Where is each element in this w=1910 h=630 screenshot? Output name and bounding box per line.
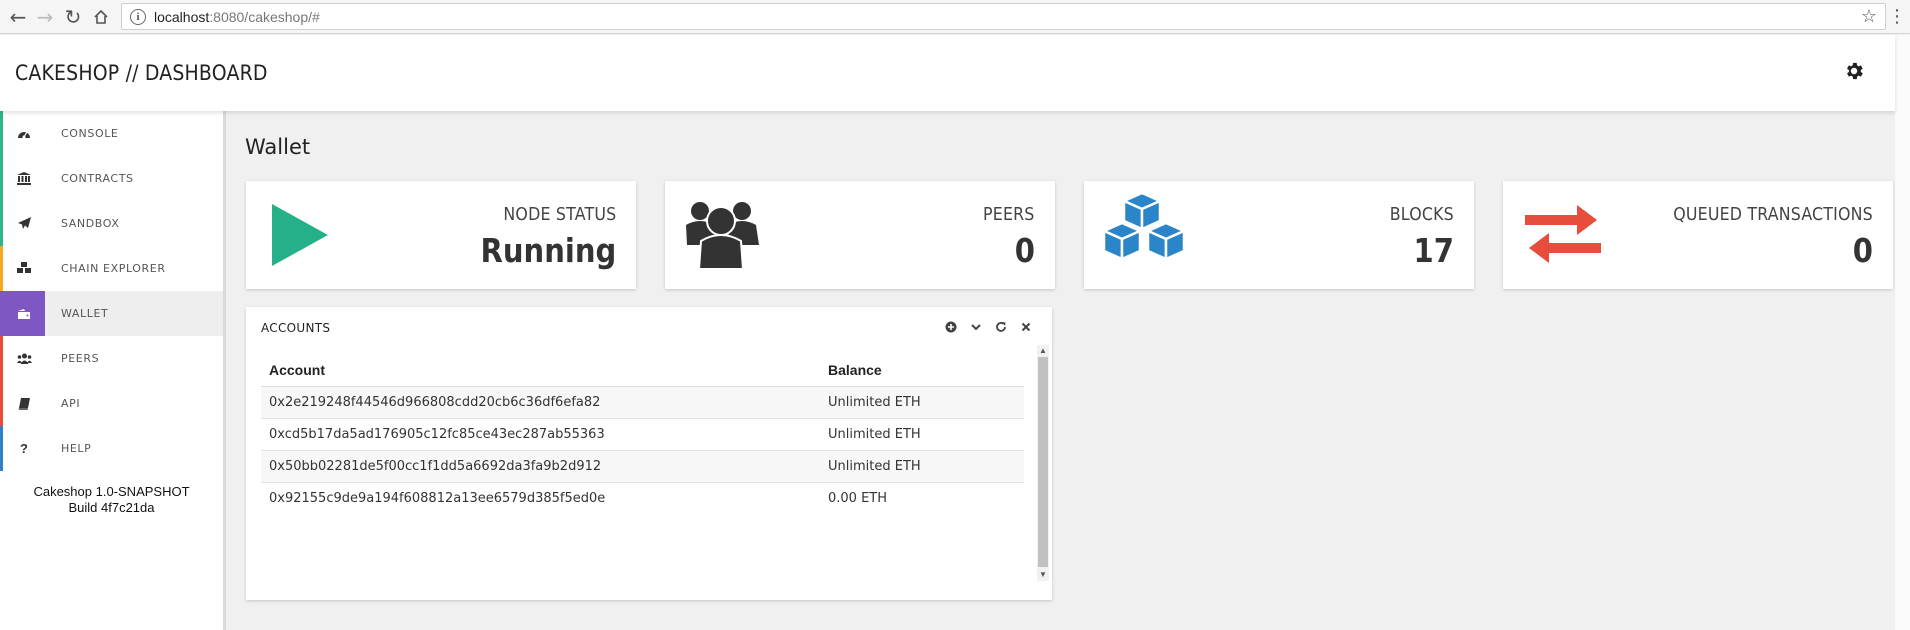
card-value: 0	[1014, 231, 1035, 270]
table-row[interactable]: 0xcd5b17da5ad176905c12fc85ce43ec287ab553…	[261, 418, 1024, 451]
home-icon[interactable]	[89, 5, 113, 29]
bookmark-star-icon[interactable]: ☆	[1861, 6, 1877, 27]
add-circle-icon[interactable]	[943, 319, 959, 335]
sidebar-item-console[interactable]: CONSOLE	[0, 111, 223, 156]
scroll-up-icon[interactable]: ▲	[1039, 347, 1047, 355]
account-balance: Unlimited ETH	[820, 386, 1024, 419]
sidebar-item-label: CHAIN EXPLORER	[61, 262, 166, 275]
wallet-icon	[3, 291, 45, 336]
sidebar-item-label: PEERS	[61, 352, 100, 365]
sidebar-item-help[interactable]: ? HELP	[0, 426, 223, 471]
sidebar-item-peers[interactable]: PEERS	[0, 336, 223, 381]
card-value: 17	[1413, 231, 1454, 270]
browser-toolbar: ← → ↻ i localhost:8080/cakeshop/# ☆ ⋮	[0, 0, 1910, 34]
account-balance: Unlimited ETH	[820, 418, 1024, 451]
users-icon	[685, 195, 765, 275]
account-address: 0x50bb02281de5f00cc1f1dd5a6692da3fa9b2d9…	[261, 450, 820, 483]
column-header-account[interactable]: Account	[261, 354, 820, 387]
table-row[interactable]: 0x50bb02281de5f00cc1f1dd5a6692da3fa9b2d9…	[261, 450, 1024, 483]
dashboard-icon	[3, 111, 45, 156]
accounts-table-wrapper: Account Balance 0x2e219248f44546d966808c…	[261, 354, 1024, 514]
card-value: 0	[1852, 231, 1873, 270]
app-header: CAKESHOP // DASHBOARD	[0, 35, 1895, 111]
account-balance: 0.00 ETH	[828, 490, 888, 506]
sidebar-item-label: CONTRACTS	[61, 172, 134, 185]
page-title: CAKESHOP // DASHBOARD	[15, 61, 268, 85]
sidebar-item-sandbox[interactable]: SANDBOX	[0, 201, 223, 246]
version-label: Cakeshop 1.0-SNAPSHOT	[33, 484, 190, 499]
close-icon[interactable]	[1018, 319, 1034, 335]
chevron-down-icon[interactable]	[968, 319, 984, 335]
card-label: BLOCKS	[1389, 204, 1454, 225]
play-icon	[266, 195, 346, 275]
forward-arrow-icon[interactable]: →	[33, 5, 57, 29]
accounts-table: Account Balance 0x2e219248f44546d966808c…	[261, 354, 1024, 514]
sidebar: CONSOLE CONTRACTS SANDBOX CHAIN EXPLORER…	[0, 111, 226, 630]
main-content: Wallet NODE STATUS Running PEERS 0 BLOCK…	[229, 111, 1895, 630]
gear-icon[interactable]	[1843, 60, 1867, 84]
sidebar-item-api[interactable]: API	[0, 381, 223, 426]
table-row[interactable]: 0x2e219248f44546d966808cdd20cb6c36df6efa…	[261, 386, 1024, 419]
back-arrow-icon[interactable]: ←	[6, 5, 30, 29]
info-icon[interactable]: i	[130, 8, 146, 25]
account-address: 0x2e219248f44546d966808cdd20cb6c36df6efa…	[261, 386, 820, 419]
panel-title: ACCOUNTS	[261, 321, 331, 335]
blocks-card: BLOCKS 17	[1084, 181, 1474, 289]
version-info: Cakeshop 1.0-SNAPSHOT Build 4f7c21da	[0, 484, 223, 516]
sidebar-item-label: SANDBOX	[61, 217, 120, 230]
card-label: NODE STATUS	[503, 204, 616, 225]
queued-transactions-card: QUEUED TRANSACTIONS 0	[1503, 181, 1893, 289]
sidebar-item-label: HELP	[61, 442, 92, 455]
scroll-down-icon[interactable]: ▼	[1039, 571, 1047, 579]
sidebar-item-label: CONSOLE	[61, 127, 119, 140]
browser-menu-icon[interactable]: ⋮	[1888, 6, 1906, 27]
question-icon: ?	[20, 441, 28, 456]
card-value: Running	[480, 231, 616, 270]
sidebar-item-label: WALLET	[61, 307, 109, 320]
table-header-row: Account Balance	[261, 354, 1024, 387]
cubes-icon	[3, 246, 45, 291]
url-path: :8080/cakeshop/#	[209, 8, 320, 25]
table-row[interactable]: 0x92155c9de9a194f608812a13ee6579d385f5ed…	[261, 482, 1024, 514]
panel-toolbar	[943, 319, 1034, 335]
column-header-balance[interactable]: Balance	[820, 354, 1024, 387]
cubes-icon	[1102, 191, 1186, 273]
peers-card: PEERS 0	[665, 181, 1055, 289]
account-address: 0xcd5b17da5ad176905c12fc85ce43ec287ab553…	[261, 418, 820, 451]
account-balance: Unlimited ETH	[820, 450, 1024, 483]
account-address: 0x92155c9de9a194f608812a13ee6579d385f5ed…	[269, 490, 606, 506]
sidebar-item-contracts[interactable]: CONTRACTS	[0, 156, 223, 201]
book-icon	[3, 381, 45, 426]
sidebar-item-chain-explorer[interactable]: CHAIN EXPLORER	[0, 246, 223, 291]
sidebar-item-label: API	[61, 397, 81, 410]
accounts-panel: ACCOUNTS Account Balance 0x2e219248f4454…	[246, 307, 1052, 600]
sidebar-item-wallet[interactable]: WALLET	[0, 291, 223, 336]
reload-icon[interactable]: ↻	[61, 5, 85, 29]
card-label: QUEUED TRANSACTIONS	[1673, 204, 1873, 225]
card-label: PEERS	[983, 204, 1035, 225]
section-title: Wallet	[245, 135, 311, 159]
paper-plane-icon	[3, 201, 45, 246]
exchange-icon	[1523, 195, 1603, 275]
node-status-card: NODE STATUS Running	[246, 181, 636, 289]
accounts-scrollbar[interactable]: ▲ ▼	[1037, 345, 1049, 581]
build-label: Build 4f7c21da	[68, 500, 155, 515]
url-text: localhost:8080/cakeshop/#	[154, 9, 320, 25]
bank-icon	[3, 156, 45, 201]
address-bar[interactable]: i localhost:8080/cakeshop/# ☆	[121, 3, 1886, 30]
users-icon	[3, 336, 45, 381]
refresh-icon[interactable]	[993, 319, 1009, 335]
url-host: localhost	[154, 8, 210, 25]
scrollbar-thumb[interactable]	[1038, 357, 1048, 567]
page-scrollbar[interactable]	[1895, 35, 1910, 630]
